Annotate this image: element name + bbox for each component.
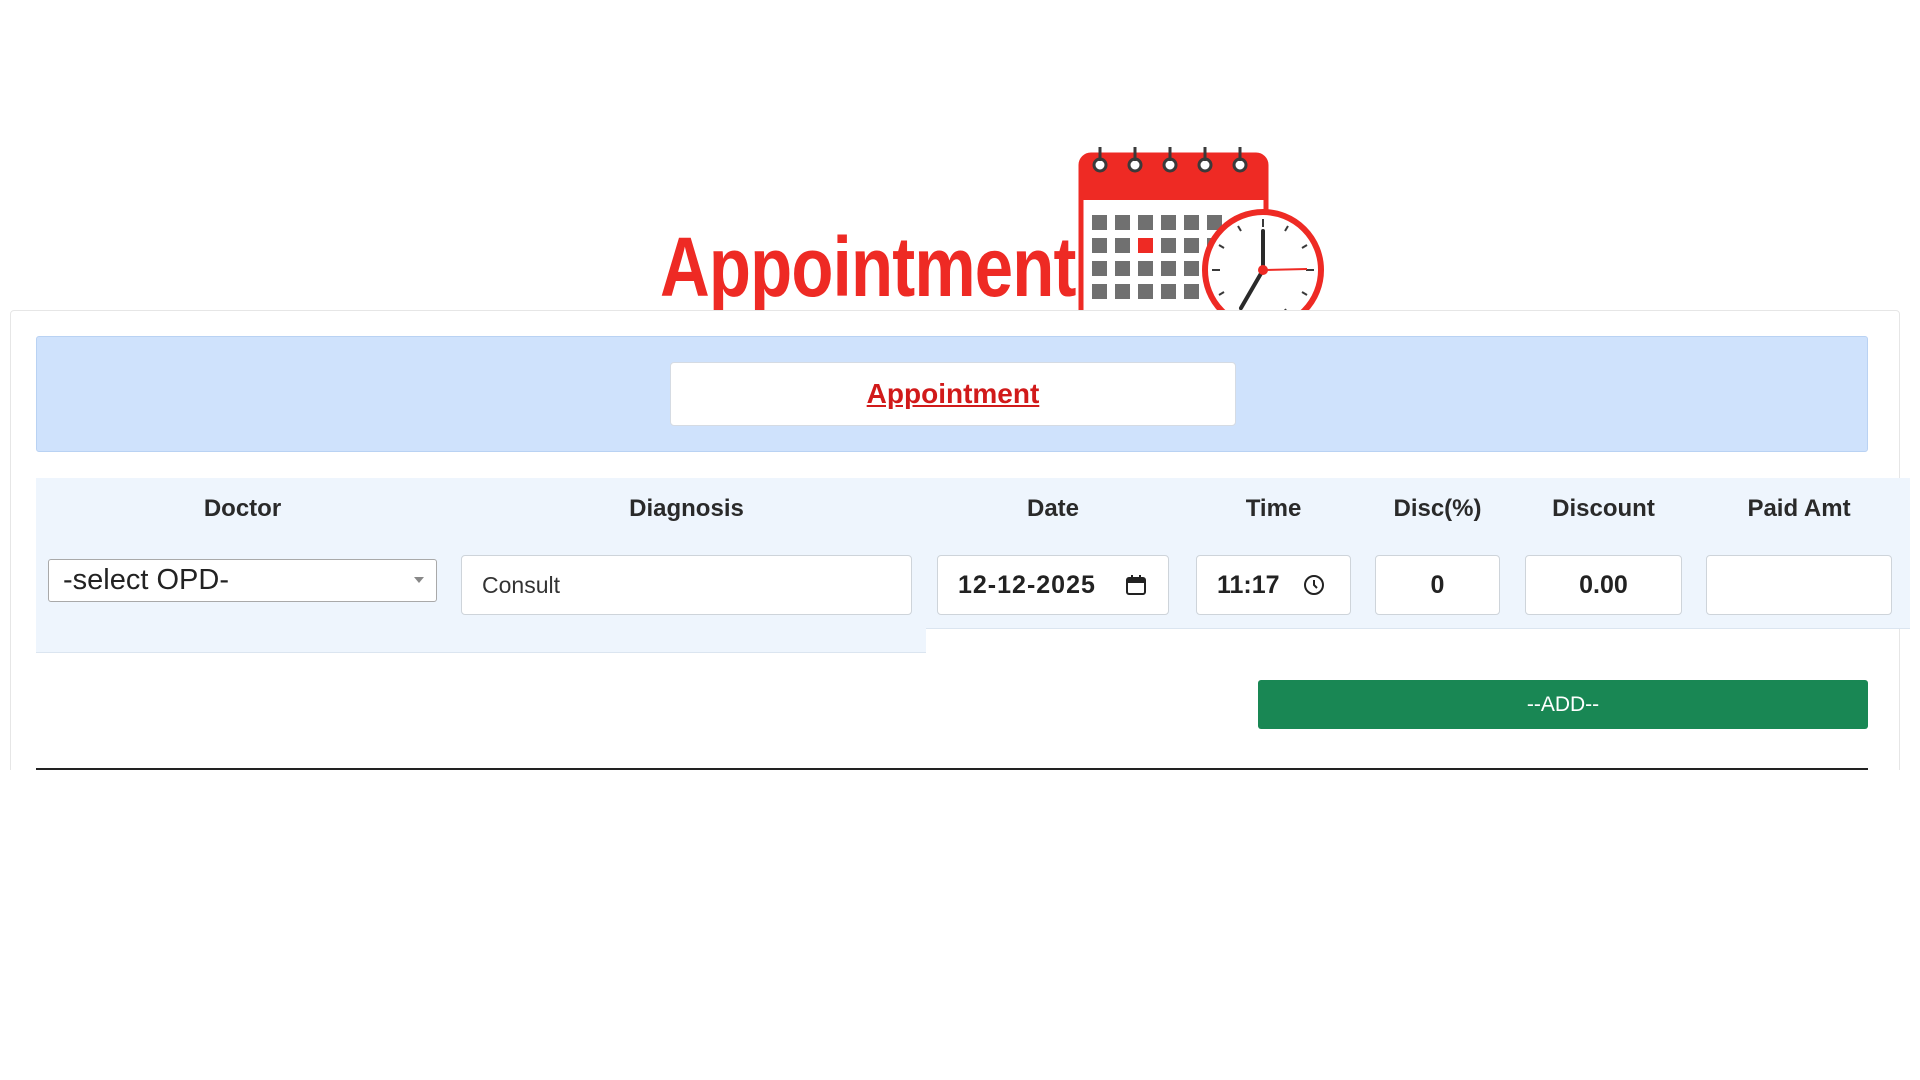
calendar-clock-icon: [1075, 145, 1325, 335]
banner-title-box: Appointment: [670, 362, 1236, 426]
disc-percent-input[interactable]: 0: [1375, 555, 1500, 615]
doctor-select-value: -select OPD-: [63, 564, 229, 596]
column-header-discount: Discount: [1552, 495, 1655, 522]
diagnosis-input[interactable]: Consult: [461, 555, 912, 615]
doctor-select[interactable]: -select OPD-: [48, 559, 437, 602]
add-button[interactable]: --ADD--: [1258, 680, 1868, 729]
discount-input[interactable]: 0.00: [1525, 555, 1682, 615]
date-input[interactable]: 12-12-2025: [937, 555, 1169, 615]
date-input-value: 12-12-2025: [958, 570, 1096, 599]
diagnosis-input-value: Consult: [482, 571, 560, 598]
disc-percent-value: 0: [1430, 570, 1445, 599]
column-header-paid-amt: Paid Amt: [1747, 495, 1851, 522]
hero-title: Appointment: [660, 220, 1076, 314]
clock-icon[interactable]: [1302, 573, 1326, 597]
chevron-down-icon: [414, 577, 424, 583]
column-header-disc-percent: Disc(%): [1393, 495, 1482, 522]
table-extra-row: [36, 628, 926, 653]
page-background: [0, 770, 1920, 1080]
calendar-icon[interactable]: [1124, 573, 1148, 597]
column-header-doctor: Doctor: [203, 495, 282, 522]
discount-value: 0.00: [1579, 570, 1628, 599]
paid-amt-input[interactable]: [1706, 555, 1892, 615]
column-header-diagnosis: Diagnosis: [629, 495, 744, 522]
column-header-time: Time: [1245, 495, 1302, 522]
appointment-link[interactable]: Appointment: [867, 378, 1040, 410]
time-input-value: 11:17: [1217, 570, 1280, 599]
column-header-date: Date: [1026, 495, 1080, 522]
time-input[interactable]: 11:17: [1196, 555, 1351, 615]
section-divider: [36, 768, 1868, 770]
